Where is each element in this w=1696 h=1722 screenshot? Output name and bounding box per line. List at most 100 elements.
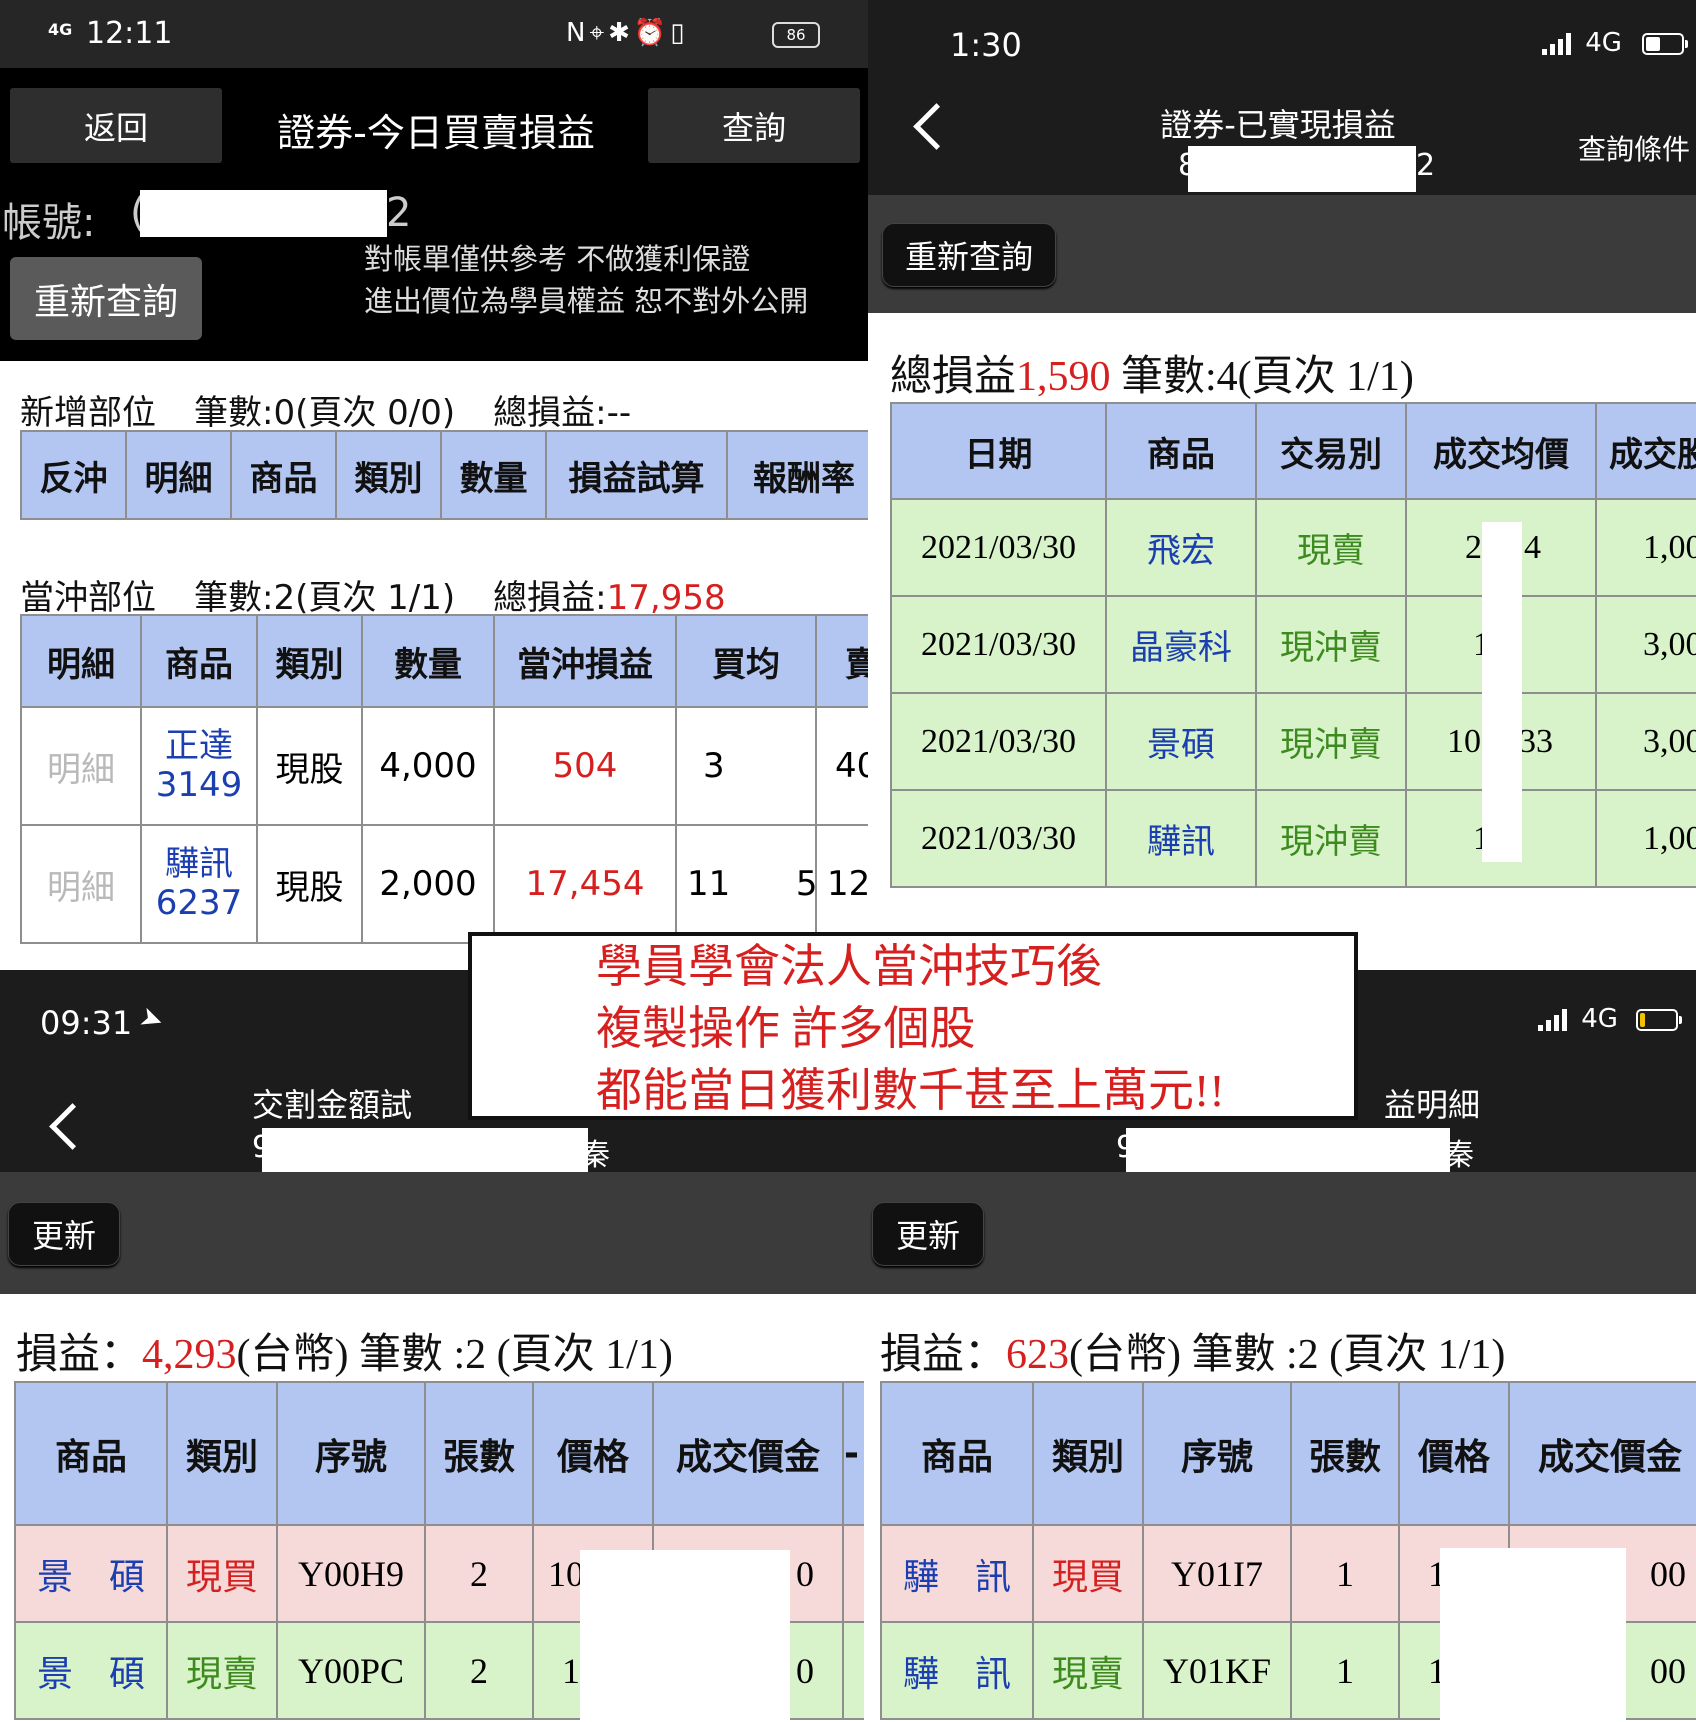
product-cell[interactable]: 景 碩 bbox=[14, 1621, 168, 1720]
sell-avg-value: 12 bbox=[827, 864, 868, 904]
redaction bbox=[1440, 1548, 1626, 1722]
filler-cell bbox=[842, 1621, 864, 1720]
location-icon: ⌖ bbox=[589, 18, 609, 48]
summary-value: 1,590 bbox=[1016, 354, 1111, 400]
summary-label: 損益： bbox=[880, 1329, 1007, 1378]
promo-line-3: 都能當日獲利數千甚至上萬元!! bbox=[596, 1065, 1225, 1116]
col-category: 類別 bbox=[256, 614, 363, 708]
product-cell[interactable]: 景碩 bbox=[1105, 692, 1257, 791]
subtitle-last: 秦 bbox=[580, 1138, 610, 1173]
col-lots: 張數 bbox=[1290, 1381, 1400, 1526]
date-cell: 2021/03/30 bbox=[890, 498, 1107, 597]
category-cell: 現買 bbox=[166, 1524, 278, 1623]
lots-cell: 2 bbox=[424, 1621, 534, 1720]
alarm-icon: ⏰ bbox=[633, 18, 671, 48]
serial-cell: Y01KF bbox=[1142, 1621, 1292, 1720]
summary-label: 損益： bbox=[16, 1329, 143, 1378]
summary-value: 4,293 bbox=[142, 1332, 237, 1378]
account-label: 帳號: bbox=[2, 200, 96, 246]
product-cell[interactable]: 正達 3149 bbox=[140, 706, 258, 826]
product-cell[interactable]: 驊訊 6237 bbox=[140, 824, 258, 944]
pnl-cell: 504 bbox=[493, 706, 677, 826]
toolbar: 重新查詢 bbox=[868, 195, 1696, 313]
product-name[interactable]: 驊訊 bbox=[165, 844, 233, 884]
col-trade-type: 交易別 bbox=[1255, 402, 1407, 500]
price-end: 4 bbox=[1524, 528, 1541, 566]
battery-icon: 86 bbox=[772, 22, 820, 48]
serial-cell: Y00PC bbox=[276, 1621, 426, 1720]
back-chevron-icon[interactable] bbox=[913, 103, 960, 150]
new-position-label: 新增部位 bbox=[20, 393, 156, 433]
table-row: 2021/03/30 驊訊 現沖賣 1 1,00 bbox=[890, 789, 1696, 888]
back-button[interactable]: 返回 bbox=[10, 88, 222, 163]
trade-type-cell: 現沖賣 bbox=[1255, 595, 1407, 694]
back-chevron-icon[interactable] bbox=[49, 1103, 96, 1150]
daytrade-count: 筆數:2(頁次 1/1) bbox=[194, 578, 456, 618]
detail-link[interactable]: 明細 bbox=[20, 706, 142, 826]
status-time: 1:30 bbox=[950, 26, 1022, 64]
new-position-total: -- bbox=[606, 393, 632, 433]
redaction bbox=[1126, 1128, 1450, 1172]
col-avg-price: 成交均價 bbox=[1405, 402, 1597, 500]
table-row: 2021/03/30 景碩 現沖賣 10 33 3,00 bbox=[890, 692, 1696, 791]
col-quantity: 數量 bbox=[361, 614, 495, 708]
category-cell: 現股 bbox=[256, 706, 363, 826]
table-row: 2021/03/30 晶豪科 現沖賣 1 3,00 bbox=[890, 595, 1696, 694]
vibrate-icon: ▯ bbox=[670, 18, 689, 48]
product-cell[interactable]: 驊訊 bbox=[1105, 789, 1257, 888]
toolbar: 更新 bbox=[864, 1172, 1696, 1294]
query-conditions-link[interactable]: 查詢條件 bbox=[1578, 128, 1690, 168]
product-name[interactable]: 正達 bbox=[165, 726, 233, 766]
requery-button[interactable]: 重新查詢 bbox=[882, 223, 1056, 287]
product-code[interactable]: 6237 bbox=[156, 883, 243, 923]
col-category: 類別 bbox=[335, 430, 442, 520]
col-serial: 序號 bbox=[276, 1381, 426, 1526]
shares-cell: 1,00 bbox=[1595, 498, 1696, 597]
col-date: 日期 bbox=[890, 402, 1107, 500]
redaction bbox=[1188, 146, 1416, 192]
col-amount: 成交價金 bbox=[1508, 1381, 1696, 1526]
col-pnl-estimate: 損益試算 bbox=[545, 430, 728, 520]
product-cell[interactable]: 驊 訊 bbox=[880, 1621, 1034, 1720]
price-start: 2 bbox=[1465, 528, 1482, 566]
promo-line-2: 複製操作 許多個股 bbox=[596, 1003, 976, 1054]
promo-callout: 學員學會法人當沖技巧後 複製操作 許多個股 都能當日獲利數千甚至上萬元!! bbox=[468, 932, 1358, 1120]
col-more: - bbox=[842, 1381, 864, 1526]
network-label: 4G bbox=[1585, 28, 1622, 58]
product-cell[interactable]: 飛宏 bbox=[1105, 498, 1257, 597]
daytrade-total: 17,958 bbox=[606, 578, 726, 618]
promo-line-1: 學員學會法人當沖技巧後 bbox=[596, 941, 1102, 992]
requery-button[interactable]: 重新查詢 bbox=[10, 257, 202, 340]
product-code[interactable]: 3149 bbox=[156, 765, 243, 805]
col-buy-avg: 買均 bbox=[675, 614, 817, 708]
date-cell: 2021/03/30 bbox=[890, 595, 1107, 694]
quantity-cell: 4,000 bbox=[361, 706, 495, 826]
query-button[interactable]: 查詢 bbox=[648, 88, 860, 163]
subtitle-last: 秦 bbox=[1444, 1138, 1474, 1173]
location-arrow-icon: ➤ bbox=[135, 998, 169, 1039]
page-title: 交割金額試 bbox=[252, 1086, 413, 1124]
redaction bbox=[1482, 522, 1522, 862]
buy-avg-value: 3 bbox=[703, 746, 725, 786]
col-amount: 成交價金 bbox=[652, 1381, 844, 1526]
product-cell[interactable]: 晶豪科 bbox=[1105, 595, 1257, 694]
refresh-button[interactable]: 更新 bbox=[872, 1202, 984, 1266]
trade-type-cell: 現沖賣 bbox=[1255, 692, 1407, 791]
refresh-button[interactable]: 更新 bbox=[8, 1202, 120, 1266]
col-quantity: 數量 bbox=[440, 430, 547, 520]
lots-cell: 1 bbox=[1290, 1524, 1400, 1623]
page-title: 證券-今日買賣損益 bbox=[277, 111, 595, 155]
product-cell[interactable]: 驊 訊 bbox=[880, 1524, 1034, 1623]
detail-link[interactable]: 明細 bbox=[20, 824, 142, 944]
category-cell: 現賣 bbox=[166, 1621, 278, 1720]
daytrade-total-label: 總損益: bbox=[493, 578, 607, 618]
price-start: 10 bbox=[1447, 722, 1481, 760]
new-position-table: 反沖 明細 商品 類別 數量 損益試算 報酬率 bbox=[20, 430, 868, 520]
col-product: 商品 bbox=[230, 430, 337, 520]
summary-line: 損益：623(台幣) 筆數 :2 (頁次 1/1) bbox=[880, 1320, 1505, 1381]
redaction bbox=[580, 1550, 790, 1722]
signal-indicator: 4G bbox=[48, 20, 73, 39]
col-sell-avg: 賣 bbox=[815, 614, 868, 708]
product-cell[interactable]: 景 碩 bbox=[14, 1524, 168, 1623]
buy-avg-value-end: 5 bbox=[795, 864, 816, 904]
